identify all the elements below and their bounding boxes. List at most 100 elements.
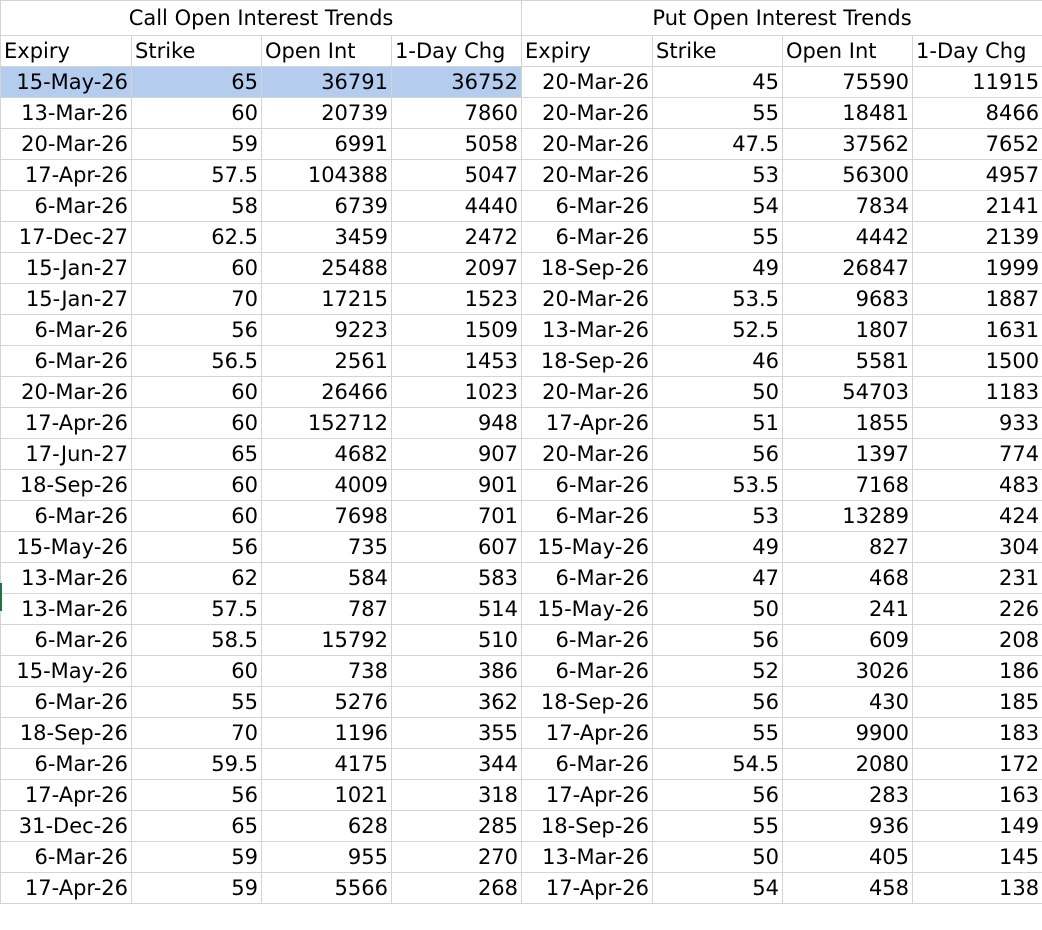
call-open-int-cell[interactable]: 735	[261, 531, 392, 563]
put-day-chg-cell[interactable]: 186	[912, 655, 1042, 687]
put-expiry-cell[interactable]: 17-Apr-26	[521, 779, 654, 811]
put-expiry-cell[interactable]: 20-Mar-26	[521, 376, 654, 408]
put-open-int-cell[interactable]: 1807	[782, 314, 914, 346]
put-open-int-cell[interactable]: 13289	[782, 500, 914, 532]
call-expiry-cell[interactable]: 17-Apr-26	[0, 872, 132, 904]
put-expiry-cell[interactable]: 18-Sep-26	[521, 345, 654, 377]
call-strike-cell[interactable]: 60	[131, 376, 262, 408]
call-expiry-cell[interactable]: 17-Dec-27	[0, 221, 132, 253]
call-strike-cell[interactable]: 59.5	[131, 748, 262, 780]
call-day-chg-cell[interactable]: 268	[390, 872, 523, 904]
put-open-int-cell[interactable]: 5581	[782, 345, 914, 377]
put-open-int-cell[interactable]: 2080	[782, 748, 914, 780]
put-expiry-cell[interactable]: 17-Apr-26	[521, 717, 654, 749]
call-day-chg-cell[interactable]: 907	[390, 438, 523, 470]
call-open-int-cell[interactable]: 3459	[261, 221, 392, 253]
call-strike-cell[interactable]: 60	[131, 655, 262, 687]
put-expiry-cell[interactable]: 17-Apr-26	[521, 872, 654, 904]
call-expiry-cell[interactable]: 6-Mar-26	[0, 345, 132, 377]
put-open-int-cell[interactable]: 609	[782, 624, 914, 656]
call-day-chg-cell[interactable]: 7860	[390, 97, 523, 129]
put-open-int-cell[interactable]: 18481	[782, 97, 914, 129]
call-day-chg-cell[interactable]: 344	[390, 748, 523, 780]
put-open-int-cell[interactable]: 458	[782, 872, 914, 904]
put-expiry-cell[interactable]: 20-Mar-26	[521, 97, 654, 129]
put-day-chg-cell[interactable]: 933	[912, 407, 1042, 439]
put-day-chg-cell[interactable]: 2141	[912, 190, 1042, 222]
put-day-chg-cell[interactable]: 1500	[912, 345, 1042, 377]
call-expiry-cell[interactable]: 17-Apr-26	[0, 159, 132, 191]
put-day-chg-cell[interactable]: 163	[912, 779, 1042, 811]
call-strike-cell[interactable]: 65	[131, 438, 262, 470]
call-day-chg-cell[interactable]: 901	[390, 469, 523, 501]
put-strike-cell[interactable]: 53.5	[652, 283, 784, 315]
call-expiry-cell[interactable]: 15-May-26	[0, 531, 132, 563]
put-day-chg-header[interactable]: 1-Day Chg	[912, 35, 1042, 67]
put-expiry-cell[interactable]: 6-Mar-26	[521, 190, 654, 222]
put-open-int-cell[interactable]: 3026	[782, 655, 914, 687]
put-strike-cell[interactable]: 45	[652, 66, 784, 98]
call-strike-cell[interactable]: 58.5	[131, 624, 262, 656]
put-open-int-cell[interactable]: 468	[782, 562, 914, 594]
call-day-chg-cell[interactable]: 701	[390, 500, 523, 532]
call-open-int-cell[interactable]: 5566	[261, 872, 392, 904]
call-expiry-cell[interactable]: 13-Mar-26	[0, 562, 132, 594]
put-open-int-header[interactable]: Open Int	[782, 35, 914, 67]
put-expiry-cell[interactable]: 20-Mar-26	[521, 128, 654, 160]
call-open-int-cell[interactable]: 1021	[261, 779, 392, 811]
call-open-int-cell[interactable]: 584	[261, 562, 392, 594]
call-day-chg-cell[interactable]: 1523	[390, 283, 523, 315]
call-strike-cell[interactable]: 55	[131, 686, 262, 718]
put-day-chg-cell[interactable]: 145	[912, 841, 1042, 873]
put-strike-cell[interactable]: 56	[652, 686, 784, 718]
put-expiry-cell[interactable]: 18-Sep-26	[521, 810, 654, 842]
put-open-int-cell[interactable]: 26847	[782, 252, 914, 284]
put-open-int-cell[interactable]: 936	[782, 810, 914, 842]
put-day-chg-cell[interactable]: 1999	[912, 252, 1042, 284]
put-day-chg-cell[interactable]: 183	[912, 717, 1042, 749]
put-open-int-cell[interactable]: 1397	[782, 438, 914, 470]
put-strike-cell[interactable]: 53.5	[652, 469, 784, 501]
call-open-int-cell[interactable]: 787	[261, 593, 392, 625]
call-strike-cell[interactable]: 59	[131, 128, 262, 160]
put-strike-cell[interactable]: 55	[652, 221, 784, 253]
put-expiry-cell[interactable]: 20-Mar-26	[521, 159, 654, 191]
put-expiry-cell[interactable]: 15-May-26	[521, 531, 654, 563]
call-open-int-cell[interactable]: 955	[261, 841, 392, 873]
put-expiry-cell[interactable]: 6-Mar-26	[521, 748, 654, 780]
call-open-int-cell[interactable]: 628	[261, 810, 392, 842]
call-expiry-cell[interactable]: 20-Mar-26	[0, 376, 132, 408]
put-strike-cell[interactable]: 50	[652, 593, 784, 625]
put-open-int-cell[interactable]: 283	[782, 779, 914, 811]
call-strike-cell[interactable]: 57.5	[131, 159, 262, 191]
call-open-int-cell[interactable]: 36791	[261, 66, 392, 98]
call-day-chg-cell[interactable]: 5058	[390, 128, 523, 160]
call-strike-cell[interactable]: 57.5	[131, 593, 262, 625]
put-strike-cell[interactable]: 46	[652, 345, 784, 377]
put-strike-cell[interactable]: 52	[652, 655, 784, 687]
call-expiry-header[interactable]: Expiry	[0, 35, 132, 67]
put-strike-cell[interactable]: 55	[652, 97, 784, 129]
call-expiry-cell[interactable]: 6-Mar-26	[0, 748, 132, 780]
call-open-int-cell[interactable]: 2561	[261, 345, 392, 377]
put-day-chg-cell[interactable]: 11915	[912, 66, 1042, 98]
call-day-chg-cell[interactable]: 386	[390, 655, 523, 687]
put-day-chg-cell[interactable]: 774	[912, 438, 1042, 470]
put-strike-cell[interactable]: 56	[652, 779, 784, 811]
call-expiry-cell[interactable]: 31-Dec-26	[0, 810, 132, 842]
call-strike-cell[interactable]: 60	[131, 500, 262, 532]
put-open-int-cell[interactable]: 1855	[782, 407, 914, 439]
put-open-int-cell[interactable]: 54703	[782, 376, 914, 408]
call-day-chg-cell[interactable]: 270	[390, 841, 523, 873]
put-expiry-cell[interactable]: 15-May-26	[521, 593, 654, 625]
call-strike-cell[interactable]: 56	[131, 531, 262, 563]
call-day-chg-cell[interactable]: 1453	[390, 345, 523, 377]
call-open-int-cell[interactable]: 104388	[261, 159, 392, 191]
put-expiry-cell[interactable]: 13-Mar-26	[521, 841, 654, 873]
call-strike-cell[interactable]: 62.5	[131, 221, 262, 253]
put-strike-cell[interactable]: 53	[652, 500, 784, 532]
call-strike-cell[interactable]: 59	[131, 872, 262, 904]
call-day-chg-cell[interactable]: 948	[390, 407, 523, 439]
put-strike-cell[interactable]: 52.5	[652, 314, 784, 346]
put-day-chg-cell[interactable]: 185	[912, 686, 1042, 718]
